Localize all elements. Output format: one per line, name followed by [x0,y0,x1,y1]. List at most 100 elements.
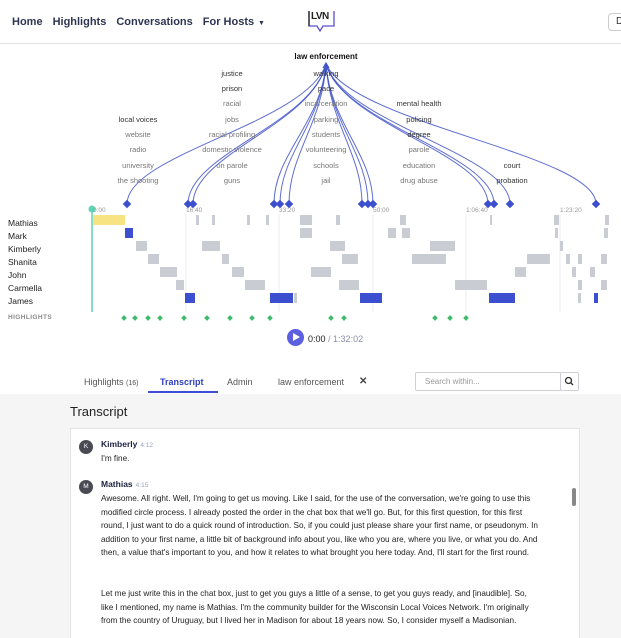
topic-tag[interactable]: justice [221,69,242,78]
tab-filter-law-enforcement[interactable]: law enforcement [278,377,344,387]
speaker-segment [560,241,563,251]
topic-tag[interactable]: domestic violence [202,145,262,154]
topic-tag[interactable]: parole [409,145,430,154]
topic-arc [325,63,597,205]
tab-admin[interactable]: Admin [227,377,253,387]
active-tab-indicator [148,391,218,393]
speaker-segment [300,215,312,225]
transcript-paragraph: Let me just write this in the chat box, … [101,589,529,625]
topic-tag[interactable]: drug abuse [400,176,438,185]
speaker-segment [136,241,147,251]
topic-tag[interactable]: education [403,161,436,170]
topic-tag[interactable]: pace [318,84,334,93]
speaker-segment [360,293,382,303]
nav-for-hosts[interactable]: For Hosts ▼ [203,16,265,28]
speaker-label[interactable]: Shanita [8,257,37,267]
logo-text: LVN [311,11,329,22]
speaker-label[interactable]: Kimberly [8,244,41,254]
speaker-segment [160,267,177,277]
topic-tag[interactable]: local voices [119,115,158,124]
topic-tag[interactable]: policing [406,115,431,124]
timestamp[interactable]: 4:15 [136,482,149,489]
time-tick: 1:23:20 [560,207,582,214]
user-menu-button[interactable]: D [608,13,621,31]
transcript-paragraph: Awesome. All right. Well, I'm going to g… [101,494,538,557]
topic-mention-marker [489,199,499,209]
speaker-segment [578,280,582,290]
speaker-segment [93,215,125,225]
topic-tag[interactable]: jobs [225,115,239,124]
topic-tag[interactable]: jail [321,176,330,185]
speaker-segment [176,280,184,290]
search-within-input[interactable]: Search within... [415,372,561,391]
speaker-segment [232,267,244,277]
speaker-label[interactable]: Mathias [8,218,38,228]
speaker-segment [455,280,487,290]
topic-tag[interactable]: walking [313,69,338,78]
speaker-label[interactable]: James [8,296,33,306]
topic-tag[interactable]: parking [314,115,339,124]
current-time: 0:00 [308,334,326,344]
speaker-segment [594,293,598,303]
speaker-segment [566,254,570,264]
topic-tag[interactable]: mental health [396,99,441,108]
tab-highlights[interactable]: Highlights (16) [84,377,139,387]
topic-tag[interactable]: prison [222,84,242,93]
topic-tag[interactable]: court [504,161,521,170]
topic-tag[interactable]: racial [223,99,241,108]
highlight-marker [204,315,210,321]
time-tick: 33:20 [279,207,296,214]
topic-tag[interactable]: guns [224,176,240,185]
nav-conversations[interactable]: Conversations [116,16,192,28]
timestamp[interactable]: 4:12 [140,442,153,449]
speaker-label[interactable]: Carmella [8,283,42,293]
speaker-name-text[interactable]: Mathias [101,479,133,489]
speaker-segment [247,215,250,225]
highlight-marker [447,315,453,321]
lvn-logo[interactable]: LVN [308,10,336,34]
topic-tag[interactable]: probation [496,176,527,185]
speaker-segment [125,228,133,238]
speaker-name-text[interactable]: Kimberly [101,439,137,449]
topic-tag[interactable]: students [312,130,340,139]
play-button[interactable] [287,329,304,346]
highlight-marker [145,315,151,321]
topic-mention-marker [122,199,132,209]
speaker-segment [339,280,359,290]
search-button[interactable] [560,372,579,391]
transcript-scrollbar[interactable] [572,488,576,506]
topic-tag[interactable]: incarceration [305,99,348,108]
topic-selected[interactable]: law enforcement [294,52,357,61]
nav-links: Home Highlights Conversations For Hosts … [12,16,265,28]
speaker-segment [148,254,159,264]
topic-tag[interactable]: racial profiling [209,130,255,139]
topic-tag[interactable]: the shooting [118,176,159,185]
speaker-label[interactable]: Mark [8,231,27,241]
speaker-segment [605,215,609,225]
speaker-segment [222,254,229,264]
topic-tag[interactable]: university [122,161,154,170]
topic-tag[interactable]: degree [407,130,430,139]
topic-mention-marker [591,199,601,209]
nav-home[interactable]: Home [12,16,43,28]
topic-tag[interactable]: website [125,130,150,139]
topic-tag[interactable]: volunteering [306,145,347,154]
topic-timeline-viz: law enforcement local voices website rad… [0,44,621,394]
highlight-marker [132,315,138,321]
topic-tag[interactable]: radio [130,145,147,154]
topic-tag[interactable]: on parole [216,161,247,170]
caret-down-icon: ▼ [256,20,265,27]
speaker-segment [590,267,595,277]
topic-tag[interactable]: schools [313,161,338,170]
close-icon[interactable]: ✕ [359,376,367,387]
tab-transcript[interactable]: Transcript [160,377,204,387]
speaker-label[interactable]: John [8,270,26,280]
highlight-marker [181,315,187,321]
highlight-marker [157,315,163,321]
top-nav: Home Highlights Conversations For Hosts … [0,0,621,44]
avatar: K [79,440,93,454]
time-tick: 16:40 [186,207,203,214]
nav-highlights[interactable]: Highlights [53,16,107,28]
speaker-segment [601,254,607,264]
speaker-segment [266,215,269,225]
